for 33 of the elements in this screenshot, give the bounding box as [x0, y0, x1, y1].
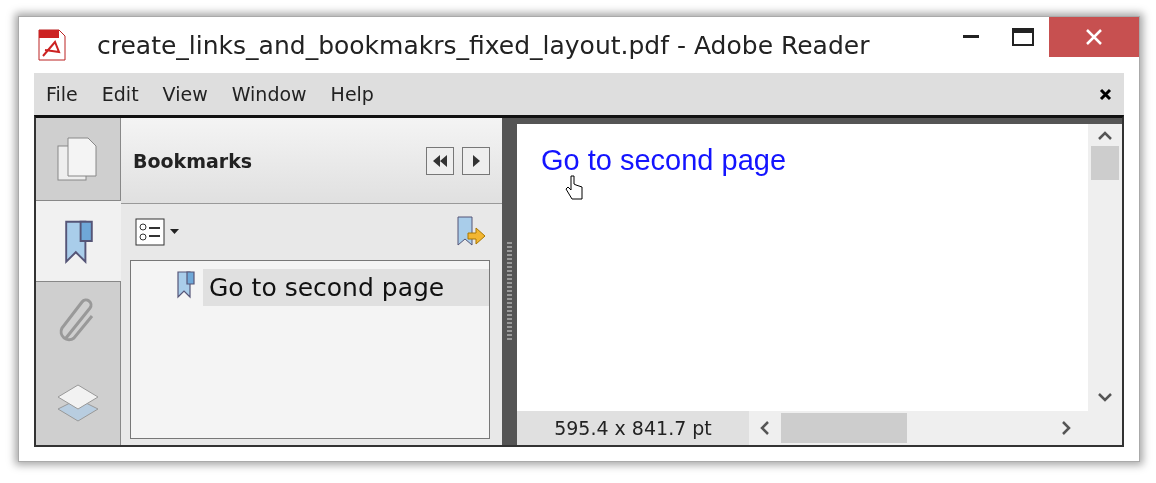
- menu-item[interactable]: Window: [231, 83, 319, 105]
- scrollbar-thumb[interactable]: [1091, 146, 1119, 180]
- pdf-icon: [35, 28, 69, 62]
- maximize-icon: [1012, 28, 1034, 46]
- menu-item[interactable]: Edit: [101, 83, 151, 105]
- scroll-left-icon[interactable]: [759, 420, 769, 436]
- close-icon[interactable]: [1099, 87, 1112, 101]
- splitter-handle[interactable]: [507, 242, 512, 342]
- collapse-button[interactable]: [426, 146, 454, 175]
- menu-item[interactable]: Help: [330, 83, 386, 105]
- double-left-triangle-icon: [432, 154, 448, 167]
- right-triangle-icon: [471, 154, 481, 167]
- bookmark-icon: [175, 269, 197, 299]
- hand-cursor-icon: [565, 174, 585, 202]
- page-size: 595.4 x 841.7 pt: [517, 411, 749, 445]
- scroll-down-icon[interactable]: [1097, 393, 1113, 403]
- window-title: create_links_and_bookmakrs_fixed_layout.pdf - Adobe Reader: [97, 30, 871, 60]
- bookmark-arrow-icon[interactable]: [454, 215, 488, 249]
- menu-item[interactable]: File: [46, 83, 90, 105]
- bookmark-item[interactable]: Go to second page: [203, 269, 489, 306]
- side-tab[interactable]: [36, 199, 121, 282]
- pages-icon: [56, 135, 100, 182]
- close-icon: [1085, 28, 1103, 46]
- panel-title: Bookmarks: [133, 149, 254, 172]
- scrollbar-thumb[interactable]: [781, 413, 907, 443]
- scroll-up-icon[interactable]: [1097, 130, 1113, 140]
- minimize-icon: [963, 35, 979, 39]
- close-button[interactable]: [1049, 17, 1139, 57]
- scroll-right-icon[interactable]: [1062, 420, 1072, 436]
- menu-item[interactable]: View: [162, 83, 220, 105]
- expand-button[interactable]: [462, 146, 490, 175]
- options-icon[interactable]: [135, 218, 181, 246]
- link[interactable]: Go to second page: [541, 144, 787, 176]
